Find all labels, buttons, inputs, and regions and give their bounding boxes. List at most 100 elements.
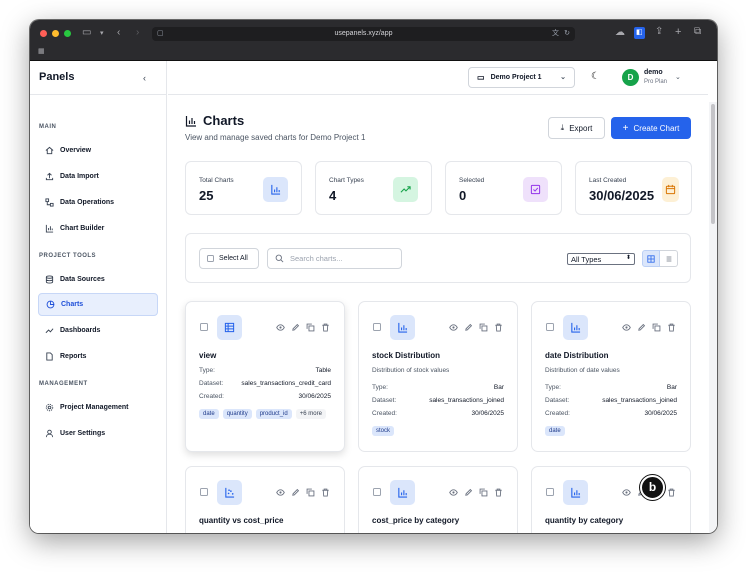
cloud-icon[interactable]: ☁	[615, 28, 625, 38]
top-bar: ▭ Demo Project 1 ⌄ ☾ D demo Pro Plan ⌄	[168, 61, 708, 95]
card-title: date Distribution	[545, 351, 609, 360]
select-all-checkbox[interactable]: Select All	[199, 248, 259, 269]
type-filter-select[interactable]: All Types ⬍	[567, 253, 635, 265]
duplicate-icon[interactable]	[306, 323, 315, 332]
address-bar[interactable]: ▢ usepanels.xyz/app 文 ↻	[152, 27, 575, 41]
sidebar-item-data-operations[interactable]: Data Operations	[38, 191, 158, 214]
duplicate-icon[interactable]	[479, 323, 488, 332]
chart-card[interactable]: stock Distribution Distribution of stock…	[358, 301, 518, 452]
card-checkbox[interactable]	[546, 488, 554, 496]
scatter-chart-icon	[217, 480, 242, 505]
list-view-toggle[interactable]	[660, 250, 678, 267]
delete-trash-icon[interactable]	[321, 323, 330, 332]
stat-value: 0	[459, 188, 467, 203]
edit-pencil-icon[interactable]	[637, 323, 646, 332]
view-eye-icon[interactable]	[276, 488, 285, 497]
chart-card[interactable]: view Type: Table Dataset: sales_transactio…	[185, 301, 345, 452]
forward-icon[interactable]: ›	[136, 28, 139, 38]
share-icon[interactable]: ⇪	[655, 27, 663, 37]
bar-chart-icon	[390, 315, 415, 340]
bar-chart-icon	[185, 115, 196, 127]
card-tags: date quantity product_id +6 more	[199, 409, 329, 419]
sidebar-item-project-management[interactable]: Project Management	[38, 396, 158, 419]
delete-trash-icon[interactable]	[667, 323, 676, 332]
scrollbar-thumb[interactable]	[711, 104, 715, 224]
reload-icon[interactable]: ↻	[564, 27, 570, 41]
stat-card-types: Chart Types 4	[315, 161, 432, 215]
extension-icon[interactable]: ◧	[634, 27, 645, 39]
duplicate-icon[interactable]	[479, 488, 488, 497]
sidebar-item-user-settings[interactable]: User Settings	[38, 422, 158, 445]
sidebar-item-label: Overview	[60, 147, 92, 154]
card-checkbox[interactable]	[546, 323, 554, 331]
user-name[interactable]: demo	[644, 69, 663, 76]
list-icon	[666, 256, 671, 261]
grid-view-toggle[interactable]	[642, 250, 660, 267]
search-input[interactable]: Search charts...	[267, 248, 402, 269]
translate-icon[interactable]: 文	[552, 27, 559, 41]
chart-card[interactable]: cost_price by category	[358, 466, 518, 533]
chevron-down-icon[interactable]: ▾	[100, 29, 104, 39]
collapse-sidebar-icon[interactable]: ‹	[143, 73, 146, 83]
app: Panels ‹ MAIN Overview Data Import Data …	[30, 61, 717, 533]
project-selector[interactable]: ▭ Demo Project 1 ⌄	[468, 67, 575, 88]
dataset-value: sales_transactions_credit_card	[241, 380, 331, 387]
avatar[interactable]: D	[622, 69, 639, 86]
delete-trash-icon[interactable]	[494, 488, 503, 497]
card-created-row: Created: 30/06/2025	[372, 410, 504, 417]
home-icon	[45, 146, 54, 155]
dataset-label: Dataset:	[372, 397, 397, 404]
duplicate-icon[interactable]	[306, 488, 315, 497]
view-eye-icon[interactable]	[449, 323, 458, 332]
new-tab-icon[interactable]: +	[675, 27, 681, 38]
minimize-window-button[interactable]	[52, 30, 59, 37]
chart-card[interactable]: quantity vs cost_price	[185, 466, 345, 533]
logo-badge[interactable]: b	[640, 475, 665, 500]
sidebar-item-overview[interactable]: Overview	[38, 139, 158, 162]
edit-pencil-icon[interactable]	[464, 323, 473, 332]
tabs-overview-icon[interactable]: ⧉	[694, 27, 701, 37]
user-menu-chevron-icon[interactable]: ⌄	[675, 73, 681, 81]
view-eye-icon[interactable]	[622, 488, 631, 497]
sidebar-item-data-import[interactable]: Data Import	[38, 165, 158, 188]
create-chart-button[interactable]: + Create Chart	[611, 117, 691, 139]
sidebar-item-dashboards[interactable]: Dashboards	[38, 319, 158, 342]
tab-grid-icon[interactable]: ▦	[38, 47, 45, 57]
edit-pencil-icon[interactable]	[291, 488, 300, 497]
duplicate-icon[interactable]	[652, 323, 661, 332]
view-eye-icon[interactable]	[449, 488, 458, 497]
edit-pencil-icon[interactable]	[464, 488, 473, 497]
sidebar-item-label: Data Operations	[60, 199, 115, 206]
delete-trash-icon[interactable]	[667, 488, 676, 497]
card-checkbox[interactable]	[373, 488, 381, 496]
zoom-window-button[interactable]	[64, 30, 71, 37]
edit-pencil-icon[interactable]	[291, 323, 300, 332]
card-checkbox[interactable]	[200, 323, 208, 331]
back-icon[interactable]: ‹	[117, 28, 120, 38]
sidebar-item-chart-builder[interactable]: Chart Builder	[38, 217, 158, 240]
card-checkbox[interactable]	[373, 323, 381, 331]
card-checkbox[interactable]	[200, 488, 208, 496]
delete-trash-icon[interactable]	[321, 488, 330, 497]
checkbox[interactable]	[207, 255, 214, 262]
stat-card-total: Total Charts 25	[185, 161, 302, 215]
close-window-button[interactable]	[40, 30, 47, 37]
view-eye-icon[interactable]	[276, 323, 285, 332]
export-button[interactable]: ⤓ Export	[548, 117, 605, 139]
chart-card[interactable]: date Distribution Distribution of date v…	[531, 301, 691, 452]
chart-card[interactable]: quantity by category	[531, 466, 691, 533]
sidebar-item-charts[interactable]: Charts	[38, 293, 158, 316]
sidebar-toggle-icon[interactable]: ▭	[82, 28, 91, 38]
view-eye-icon[interactable]	[622, 323, 631, 332]
delete-trash-icon[interactable]	[494, 323, 503, 332]
search-placeholder: Search charts...	[290, 254, 343, 263]
sidebar-item-label: Data Import	[60, 173, 99, 180]
folder-icon: ▭	[477, 73, 485, 82]
gear-icon	[45, 403, 54, 412]
project-name: Demo Project 1	[490, 74, 542, 81]
card-type-row: Type: Bar	[545, 384, 677, 391]
sidebar-item-data-sources[interactable]: Data Sources	[38, 268, 158, 291]
url-text: usepanels.xyz/app	[334, 30, 393, 37]
sidebar-item-reports[interactable]: Reports	[38, 345, 158, 368]
theme-toggle-moon-icon[interactable]: ☾	[591, 71, 600, 82]
